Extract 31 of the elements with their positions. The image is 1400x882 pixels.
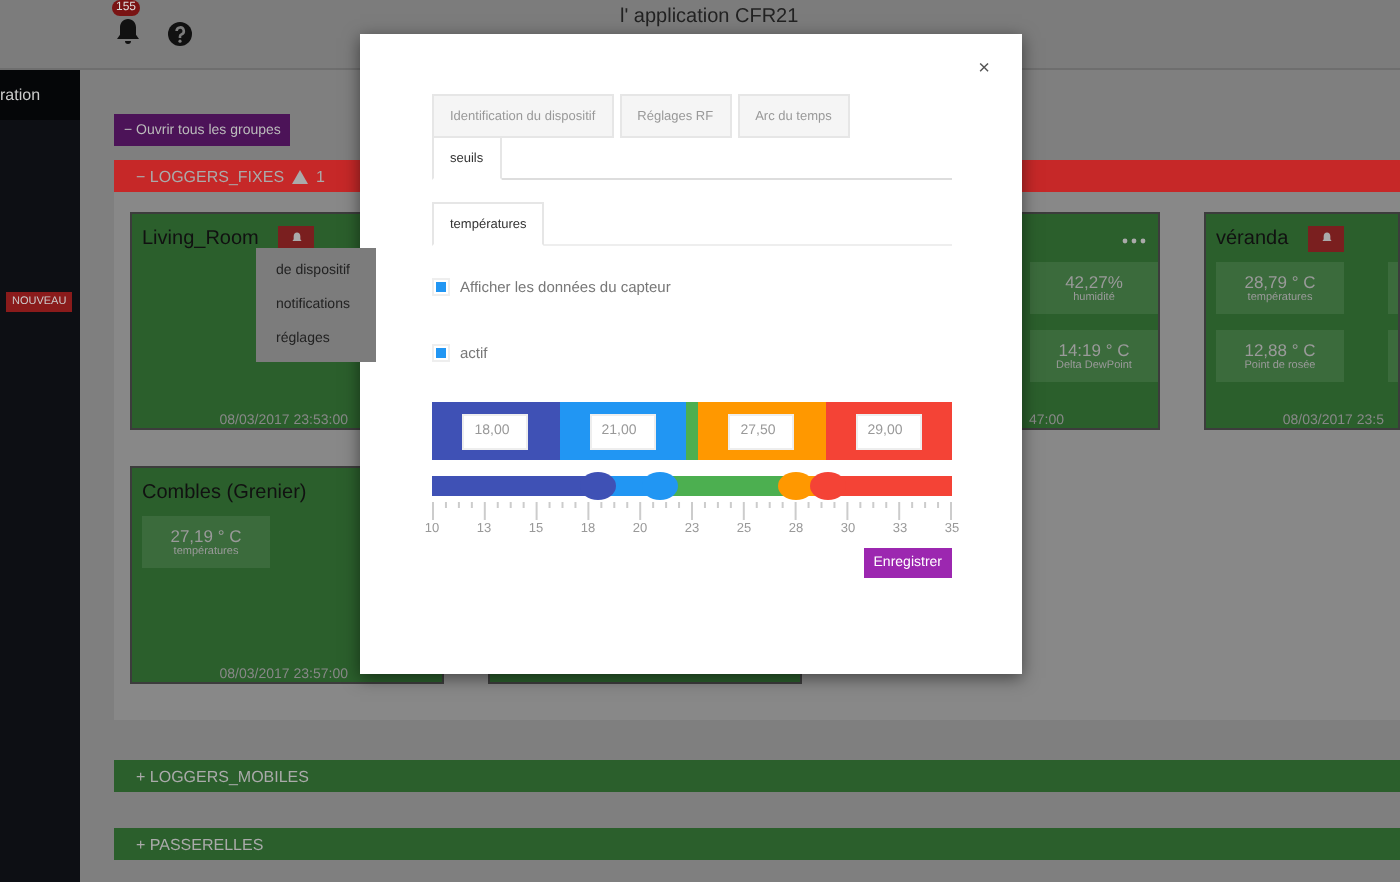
help-icon[interactable] [168,22,192,46]
bell-icon [291,232,302,244]
alert-button[interactable] [278,225,315,251]
device-name: Living_Room [142,227,259,249]
slider-track[interactable] [432,476,952,496]
warning-icon [292,169,309,183]
close-button[interactable]: × [974,58,994,80]
app-title: l' application CFR21 [620,6,799,28]
slider-thumb[interactable] [580,472,617,500]
sidebar-item[interactable]: ration [0,70,80,120]
checkbox[interactable] [432,343,450,361]
device-name: Combles (Grenier) [142,481,307,503]
sensor-value: 12,88 ° C [1244,340,1316,360]
device-name: véranda [1216,227,1289,249]
sensor-value: 42,27% [1065,272,1123,292]
checkbox[interactable] [432,277,450,295]
slider-thumb[interactable] [778,472,814,500]
group-header[interactable]: + PASSERELLES [114,828,1400,860]
group-title: − LOGGERS_FIXES [136,167,285,185]
bell-icon[interactable] [116,18,140,46]
group-title: + LOGGERS_MOBILES [136,767,309,785]
alert-button[interactable] [1308,225,1345,251]
sensor-value: 27,19 ° C [170,526,242,546]
sensor-value: 28,79 ° C [1244,272,1316,292]
sensor-value: 14:19 ° C [1058,340,1130,360]
group-header[interactable]: + LOGGERS_MOBILES [114,760,1400,792]
warning-count: 1 [316,167,325,185]
group-title: + PASSERELLES [136,835,264,853]
bell-icon [1321,232,1332,244]
slider-thumb[interactable] [642,472,679,500]
slider-thumb[interactable] [809,472,846,500]
